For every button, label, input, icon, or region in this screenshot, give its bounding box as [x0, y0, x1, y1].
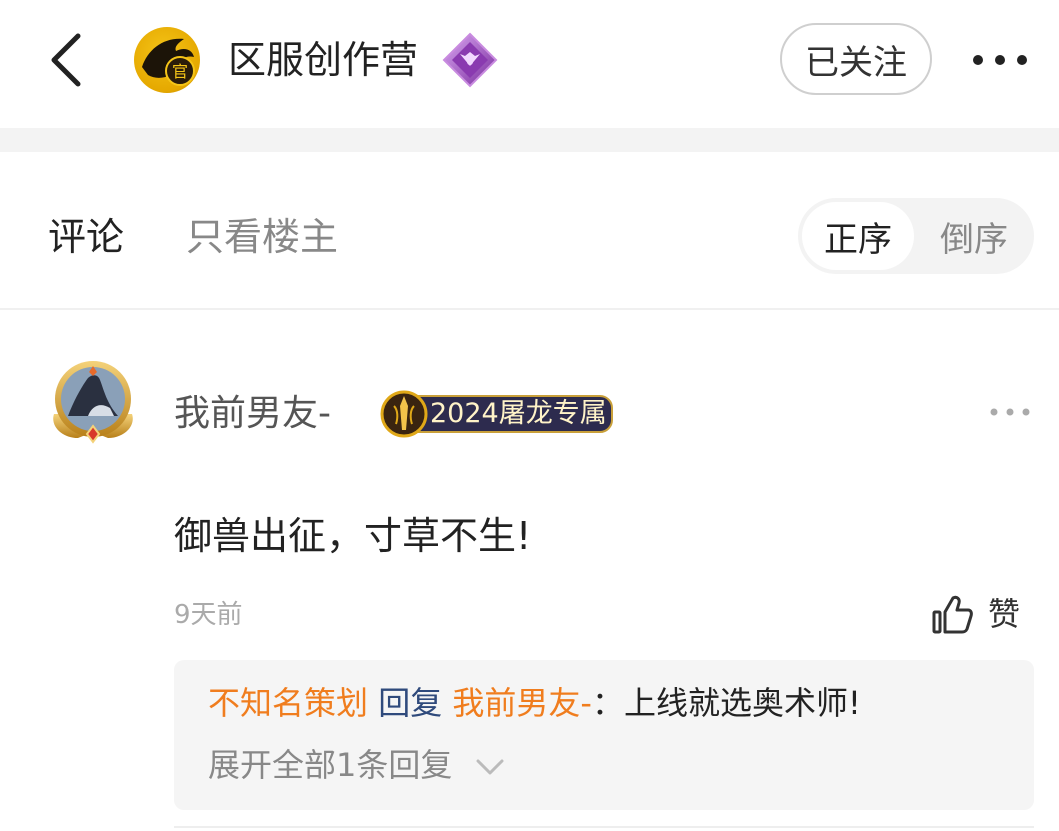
- reply-author[interactable]: 不知名策划: [208, 684, 368, 722]
- comment-tabs: 评论 只看楼主 正序 倒序: [0, 152, 1059, 308]
- top-bar: 官 区服创作营 已关注: [0, 0, 1059, 128]
- like-label: 赞: [988, 595, 1021, 633]
- back-button[interactable]: [44, 30, 88, 90]
- section-separator: [0, 128, 1059, 152]
- sort-ascending-button[interactable]: 正序: [802, 202, 914, 270]
- expand-replies-label: 展开全部1条回复: [208, 746, 453, 784]
- commenter-username[interactable]: 我前男友-: [174, 390, 331, 438]
- user-title-badge: 2024屠龙专属: [380, 390, 614, 438]
- page-title: 区服创作营: [228, 38, 419, 82]
- divider: [0, 308, 1059, 310]
- tab-comments[interactable]: 评论: [48, 212, 124, 262]
- expand-replies-button[interactable]: 展开全部1条回复: [208, 742, 505, 788]
- like-button[interactable]: 赞: [930, 588, 1030, 640]
- follow-button[interactable]: 已关注: [780, 23, 932, 95]
- more-horizontal-icon: [973, 55, 1027, 65]
- divider: [174, 826, 1034, 828]
- reply-line: 不知名策划 回复 我前男友-：上线就选奥术师!: [208, 680, 861, 726]
- chevron-down-icon: [476, 759, 504, 775]
- svg-text:官: 官: [172, 62, 188, 81]
- more-options-button[interactable]: [968, 48, 1032, 72]
- reply-separator: ：: [591, 684, 624, 722]
- sort-toggle: 正序 倒序: [798, 198, 1034, 274]
- sort-descending-button[interactable]: 倒序: [918, 202, 1030, 270]
- thumbs-up-icon: [932, 595, 973, 634]
- reply-target-user[interactable]: 我前男友-: [452, 684, 592, 722]
- comment-timestamp: 9天前: [174, 600, 243, 630]
- comment-more-button[interactable]: [988, 404, 1032, 420]
- diamond-badge-icon: [442, 32, 498, 88]
- tab-owner-only[interactable]: 只看楼主: [186, 212, 338, 262]
- more-horizontal-icon: [990, 408, 1030, 416]
- chevron-left-icon: [51, 33, 81, 87]
- reply-text: 上线就选奥术师!: [623, 684, 861, 722]
- reply-preview: 不知名策划 回复 我前男友-：上线就选奥术师! 展开全部1条回复: [174, 660, 1034, 810]
- dragon-logo-icon: 官: [142, 38, 195, 86]
- badge-label: 2024屠龙专属: [430, 398, 607, 429]
- commenter-avatar[interactable]: [48, 356, 138, 446]
- comment-text: 御兽出征，寸草不生!: [174, 514, 532, 558]
- account-avatar[interactable]: 官: [134, 27, 200, 93]
- reply-verb: 回复: [378, 684, 443, 722]
